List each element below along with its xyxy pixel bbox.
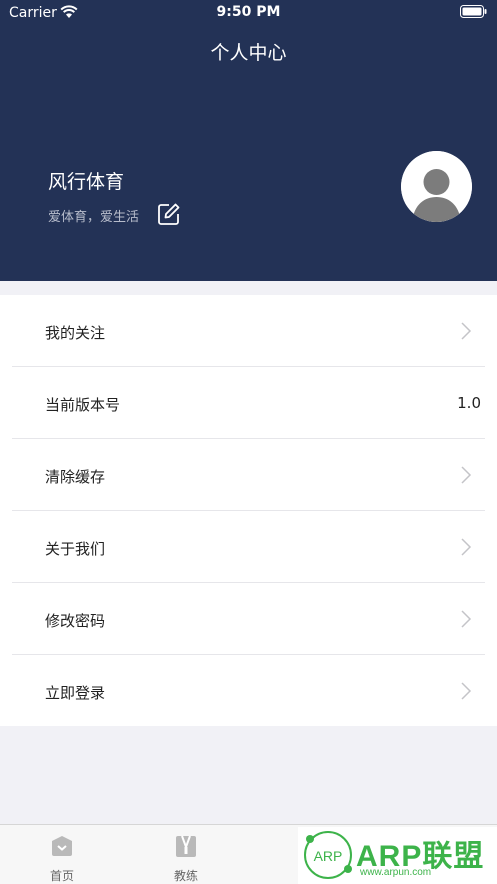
menu-item-login[interactable]: 立即登录 <box>0 655 497 727</box>
tab-label: 教练 <box>173 869 198 883</box>
arp-logo-icon: ARP <box>304 831 352 879</box>
menu-item-version: 当前版本号 1.0 <box>0 367 497 439</box>
page-title: 个人中心 <box>210 42 287 64</box>
chevron-right-icon <box>461 466 472 484</box>
avatar[interactable] <box>401 151 472 222</box>
version-value: 1.0 <box>457 394 481 412</box>
status-time: 9:50 PM <box>216 4 281 20</box>
chevron-right-icon <box>461 610 472 628</box>
watermark-url: www.arpun.com <box>360 867 432 878</box>
tab-bar: 首页 教练 ARP ARP联盟 www.arpun.com <box>0 824 497 884</box>
watermark-logo-text: ARP <box>314 848 343 864</box>
menu-item-change-password[interactable]: 修改密码 <box>0 583 497 655</box>
chevron-right-icon <box>461 538 472 556</box>
chevron-right-icon <box>461 322 472 340</box>
menu-item-label: 关于我们 <box>45 540 106 558</box>
menu-item-label: 当前版本号 <box>45 396 121 414</box>
battery-icon <box>460 5 487 18</box>
menu-item-follows[interactable]: 我的关注 <box>0 295 497 367</box>
menu-item-label: 立即登录 <box>45 684 106 702</box>
watermark-logo: ARP ARP联盟 www.arpun.com <box>298 827 497 884</box>
home-icon <box>52 836 72 856</box>
edit-icon[interactable] <box>157 202 181 226</box>
tab-coach[interactable]: 教练 <box>124 825 248 884</box>
profile-header: Carrier 9:50 PM 个人中心 风行体育 爱体育，爱生活 <box>0 0 497 281</box>
profile-subtitle: 爱体育，爱生活 <box>48 210 140 225</box>
menu-item-label: 清除缓存 <box>45 468 106 486</box>
profile-name: 风行体育 <box>48 171 125 193</box>
menu-item-label: 我的关注 <box>45 324 106 342</box>
settings-menu: 我的关注 当前版本号 1.0 清除缓存 关于我们 修改密码 立即登录 <box>0 295 497 726</box>
menu-item-clear-cache[interactable]: 清除缓存 <box>0 439 497 511</box>
menu-item-label: 修改密码 <box>45 612 106 630</box>
user-icon <box>401 151 472 222</box>
coach-icon <box>176 835 196 857</box>
status-bar: Carrier 9:50 PM <box>0 0 497 26</box>
chevron-right-icon <box>461 682 472 700</box>
menu-item-about[interactable]: 关于我们 <box>0 511 497 583</box>
tab-home[interactable]: 首页 <box>0 825 124 884</box>
tab-label: 首页 <box>49 869 74 883</box>
